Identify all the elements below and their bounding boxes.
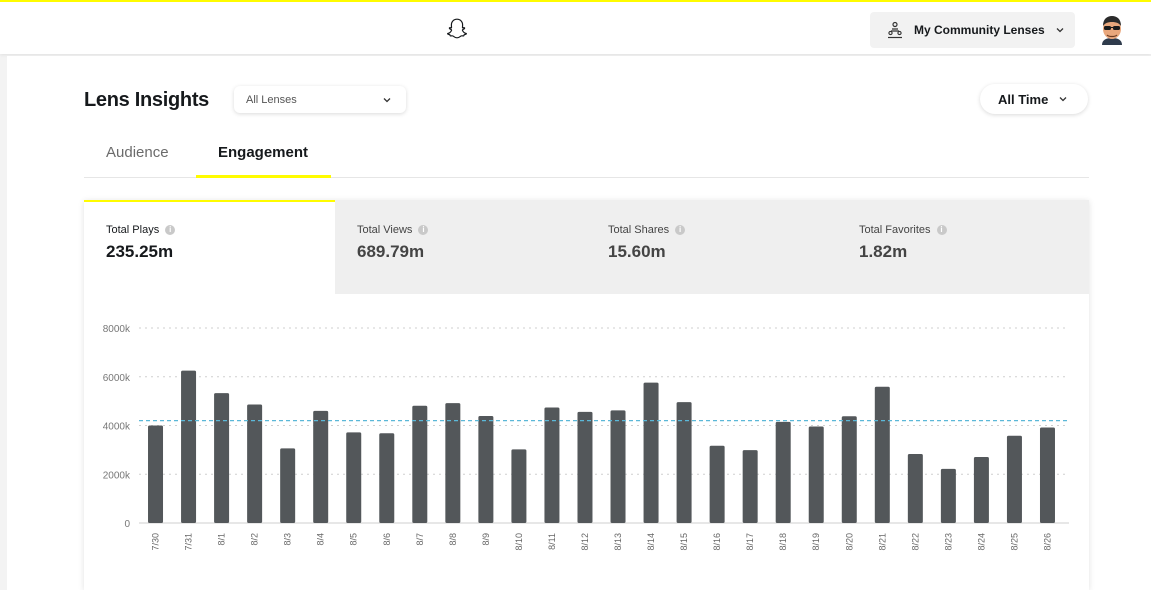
chart-bar	[544, 407, 560, 523]
x-tick-label: 8/18	[778, 533, 788, 551]
x-tick-label: 8/20	[844, 533, 854, 551]
snapchat-ghost-icon[interactable]	[445, 17, 469, 41]
x-tick-label: 7/31	[184, 533, 194, 551]
y-tick-label: 0	[124, 519, 130, 530]
metric-value: 15.60m	[608, 242, 666, 261]
chart-bar	[841, 416, 857, 523]
y-tick-label: 8000k	[103, 324, 131, 335]
y-tick-label: 6000k	[103, 373, 131, 384]
x-tick-label: 8/24	[976, 533, 986, 551]
x-tick-label: 8/5	[349, 533, 359, 546]
metric-value: 1.82m	[859, 242, 908, 261]
chart-bar	[181, 370, 197, 523]
plays-bar-chart: 0 2000k 4000k 6000k 8000k 7/30 7/31 8/1 8/2 8/3 8/…	[103, 324, 1069, 551]
metric-value: 235.25m	[106, 242, 174, 261]
info-icon[interactable]: i	[936, 225, 947, 235]
time-filter-value: All Time	[998, 91, 1049, 107]
chart-bar	[280, 448, 296, 523]
chart-bar	[742, 450, 758, 523]
info-icon[interactable]: i	[165, 225, 176, 235]
chart-bar	[346, 432, 362, 523]
info-icon[interactable]: i	[675, 225, 686, 235]
chart-bar	[874, 386, 890, 523]
top-bar: My Community Lenses	[0, 0, 1151, 54]
chevron-down-icon	[1059, 97, 1067, 102]
page-title: Lens Insights	[84, 89, 210, 111]
chart-bar	[313, 410, 329, 523]
chevron-down-icon	[1056, 28, 1064, 33]
x-tick-label: 8/25	[1009, 533, 1019, 551]
x-tick-label: 8/9	[481, 533, 491, 546]
x-tick-label: 8/15	[679, 533, 689, 551]
chart-bar	[379, 433, 395, 523]
active-tab-indicator	[196, 175, 331, 178]
y-tick-label: 4000k	[103, 422, 131, 433]
chart-bar	[808, 426, 824, 523]
metric-label: Total Plays	[106, 224, 160, 236]
x-tick-label: 8/12	[580, 533, 590, 551]
x-tick-label: 8/26	[1042, 533, 1052, 551]
x-tick-label: 8/21	[877, 533, 887, 551]
chart-bar	[577, 411, 593, 523]
community-icon	[888, 21, 902, 39]
x-tick-label: 8/13	[613, 533, 623, 551]
metric-label: Total Favorites	[859, 224, 931, 236]
metric-label: Total Views	[357, 224, 413, 236]
x-tick-label: 8/1	[217, 533, 227, 546]
time-filter-dropdown[interactable]: All Time	[980, 84, 1088, 114]
chart-bar	[1006, 435, 1022, 523]
insight-tabs: Audience Engagement	[84, 138, 1089, 178]
x-tick-label: 8/6	[382, 533, 392, 546]
lens-filter-value: All Lenses	[246, 93, 297, 106]
x-tick-label: 8/19	[811, 533, 821, 551]
community-lenses-button[interactable]: My Community Lenses	[870, 12, 1075, 48]
x-tick-label: 8/3	[283, 533, 293, 546]
chart-bar	[1039, 427, 1055, 523]
chevron-down-icon	[383, 98, 391, 103]
tab-engagement[interactable]: Engagement	[218, 144, 308, 161]
chart-bar	[412, 405, 428, 523]
community-lenses-label: My Community Lenses	[914, 23, 1045, 37]
x-tick-label: 8/16	[712, 533, 722, 551]
main-content: Lens Insights All Lenses All Time Audien…	[7, 56, 1151, 590]
chart-bar	[247, 404, 263, 523]
x-tick-label: 8/4	[316, 533, 326, 546]
metric-total-plays[interactable]: Total Plays i 235.25m	[84, 200, 335, 294]
x-tick-label: 8/23	[943, 533, 953, 551]
y-tick-label: 2000k	[103, 470, 131, 481]
metric-total-views[interactable]: Total Views i 689.79m	[335, 200, 586, 294]
chart-bar	[940, 468, 956, 523]
chart-bar	[973, 456, 989, 523]
x-tick-label: 8/8	[448, 533, 458, 546]
chart-bar	[214, 393, 230, 523]
chart-bar	[148, 425, 164, 523]
info-icon[interactable]: i	[418, 225, 429, 235]
chart-bar	[511, 449, 527, 523]
x-tick-label: 8/2	[250, 533, 260, 546]
metric-total-favorites[interactable]: Total Favorites i 1.82m	[837, 200, 1088, 294]
x-tick-label: 8/10	[514, 533, 524, 551]
x-tick-label: 7/30	[151, 533, 161, 551]
engagement-card: Total Plays i 235.25m Total Views i 689.79…	[84, 200, 1089, 590]
metric-total-shares[interactable]: Total Shares i 15.60m	[586, 200, 837, 294]
chart-bar	[775, 421, 791, 523]
tab-audience[interactable]: Audience	[106, 144, 169, 161]
chart-bar	[643, 382, 659, 523]
x-tick-label: 8/7	[415, 533, 425, 546]
chart-bar	[709, 445, 725, 523]
x-tick-label: 8/17	[745, 533, 755, 551]
metric-tabs: Total Plays i 235.25m Total Views i 689.79…	[84, 200, 1089, 294]
chart-bar	[907, 454, 923, 523]
lens-filter-dropdown[interactable]: All Lenses	[234, 86, 406, 113]
x-tick-label: 8/14	[646, 533, 656, 551]
x-tick-label: 8/22	[910, 533, 920, 551]
metric-value: 689.79m	[357, 242, 425, 261]
chart-bar	[610, 410, 626, 523]
metric-label: Total Shares	[608, 224, 670, 236]
x-tick-label: 8/11	[547, 533, 557, 550]
user-avatar[interactable]	[1097, 14, 1127, 46]
chart-bar	[478, 415, 494, 523]
